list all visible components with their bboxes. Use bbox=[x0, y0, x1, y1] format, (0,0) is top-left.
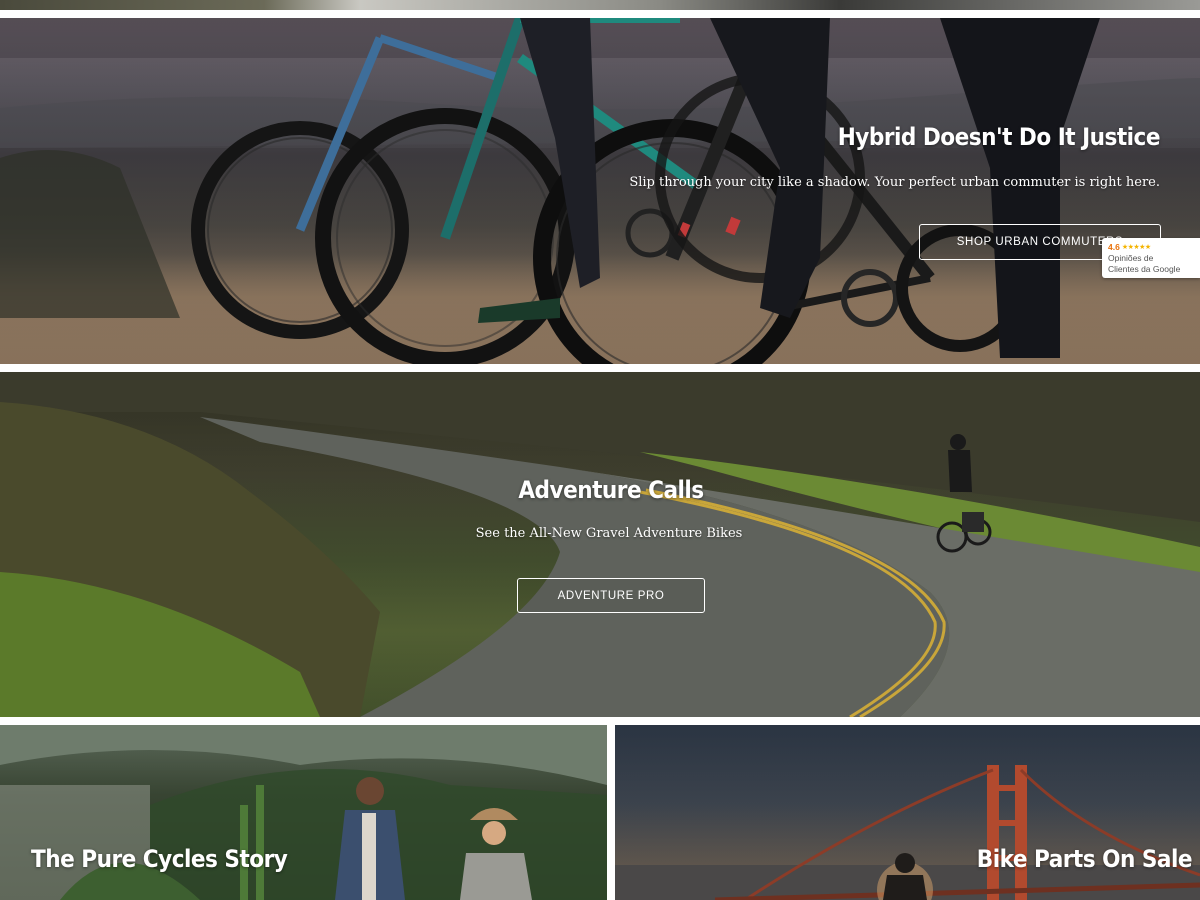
hero-urban-commuters[interactable]: Hybrid Doesn't Do It Justice Slip throug… bbox=[0, 18, 1200, 364]
hero-adventure-subtitle: See the All-New Gravel Adventure Bikes bbox=[475, 526, 743, 541]
badge-label-line1: Opiniões de bbox=[1108, 253, 1154, 263]
google-reviews-badge[interactable]: 4.6 ★★★★★ Opiniões de Clientes da Google bbox=[1102, 238, 1200, 278]
previous-banner-edge bbox=[0, 0, 1200, 10]
couple-with-bikes-image bbox=[0, 725, 607, 900]
hero-adventure[interactable]: Adventure Calls See the All-New Gravel A… bbox=[0, 372, 1200, 717]
bicycles-image bbox=[0, 18, 1200, 364]
tile-story-title: The Pure Cycles Story bbox=[31, 845, 288, 873]
golden-gate-bridge-image bbox=[615, 765, 1200, 900]
gravel-road-image bbox=[0, 372, 1200, 717]
shop-urban-commuters-label: SHOP URBAN COMMUTERS bbox=[956, 236, 1124, 248]
tile-bike-parts-sale[interactable]: Bike Parts On Sale bbox=[615, 725, 1200, 900]
adventure-pro-label: ADVENTURE PRO bbox=[557, 589, 665, 602]
page: Hybrid Doesn't Do It Justice Slip throug… bbox=[0, 0, 1200, 900]
badge-rating-row: 4.6 ★★★★★ bbox=[1108, 242, 1151, 252]
star-rating-icon: ★★★★★ bbox=[1121, 244, 1151, 251]
badge-label-line2: Clientes da Google bbox=[1108, 264, 1181, 274]
hero-adventure-title: Adventure Calls bbox=[518, 476, 704, 504]
badge-rating-value: 4.6 bbox=[1108, 242, 1120, 252]
tile-parts-title: Bike Parts On Sale bbox=[976, 845, 1193, 873]
hero-urban-title: Hybrid Doesn't Do It Justice bbox=[837, 123, 1161, 151]
hero-urban-subtitle: Slip through your city like a shadow. Yo… bbox=[629, 175, 1160, 190]
adventure-pro-button[interactable]: ADVENTURE PRO bbox=[517, 578, 705, 613]
tile-pure-cycles-story[interactable]: The Pure Cycles Story bbox=[0, 725, 607, 900]
